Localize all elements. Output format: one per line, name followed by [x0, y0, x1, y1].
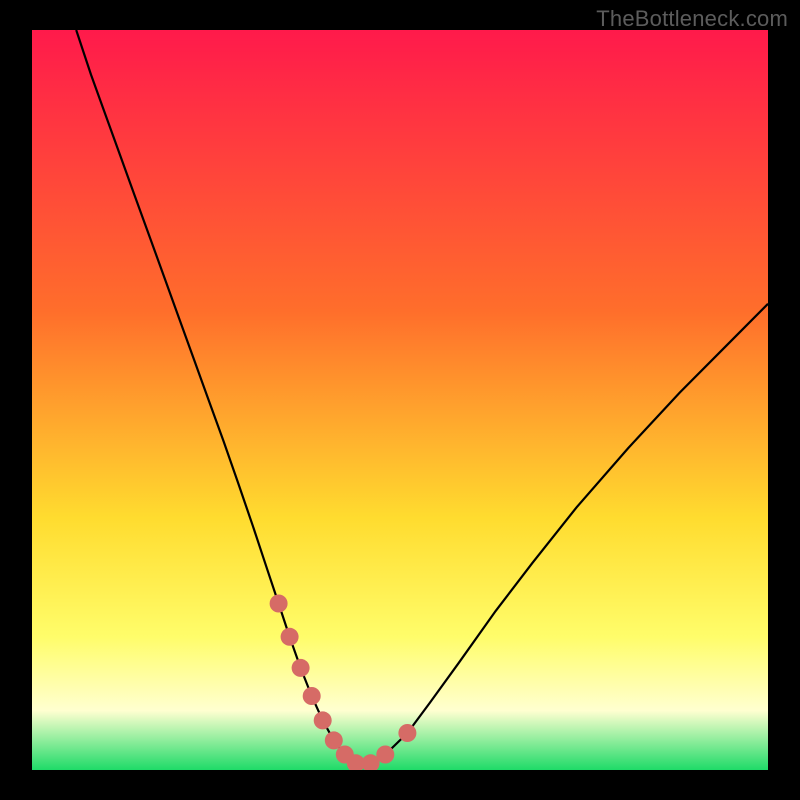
valley-marker: [292, 659, 310, 677]
valley-marker: [281, 628, 299, 646]
chart-plot: [32, 30, 768, 770]
valley-marker: [376, 746, 394, 764]
valley-marker: [325, 731, 343, 749]
valley-marker: [398, 724, 416, 742]
chart-frame: TheBottleneck.com: [0, 0, 800, 800]
gradient-background: [32, 30, 768, 770]
watermark-text: TheBottleneck.com: [596, 6, 788, 32]
valley-marker: [303, 687, 321, 705]
valley-marker: [314, 711, 332, 729]
valley-marker: [270, 595, 288, 613]
